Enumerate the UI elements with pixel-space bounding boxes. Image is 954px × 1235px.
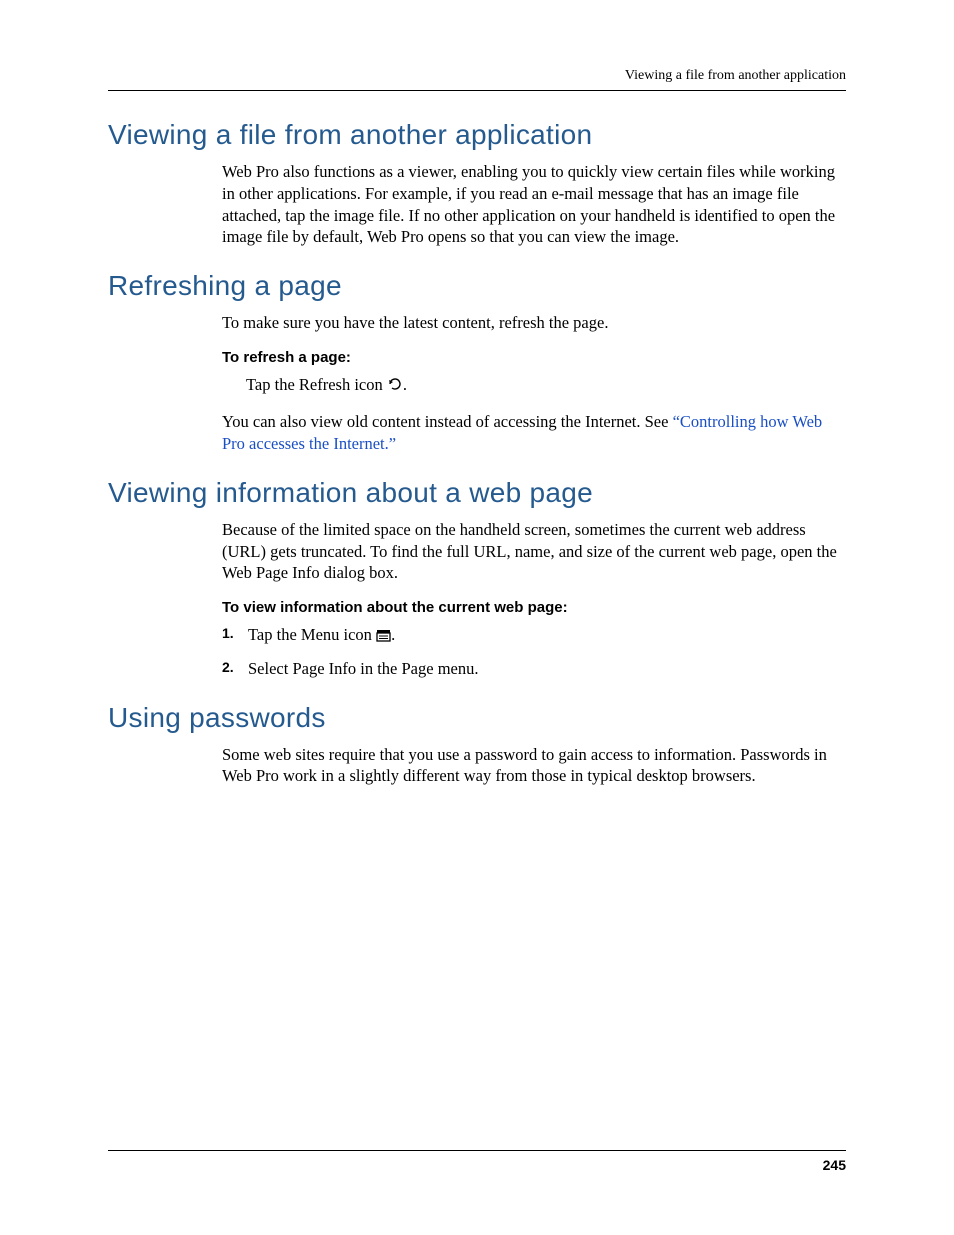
header-rule (108, 90, 846, 91)
menu-icon (376, 626, 391, 648)
procedure-title: To view information about the current we… (222, 598, 846, 618)
paragraph: Some web sites require that you use a pa… (222, 744, 846, 788)
step-item: Tap the Menu icon . (222, 624, 846, 648)
paragraph: To make sure you have the latest content… (222, 312, 846, 334)
step-text-suffix: . (391, 625, 395, 644)
heading-view-info: Viewing information about a web page (108, 477, 846, 509)
text-run: You can also view old content instead of… (222, 412, 673, 431)
heading-passwords: Using passwords (108, 702, 846, 734)
page-container: Viewing a file from another application … (0, 0, 954, 1235)
footer-rule (108, 1150, 846, 1151)
step-text-prefix: Tap the Refresh icon (246, 375, 387, 394)
procedure-steps: Tap the Menu icon . Select Page Info in … (222, 624, 846, 680)
step-text-prefix: Tap the Menu icon (248, 625, 376, 644)
paragraph: Because of the limited space on the hand… (222, 519, 846, 584)
running-header: Viewing a file from another application (108, 68, 846, 84)
body-view-info: Because of the limited space on the hand… (222, 519, 846, 680)
body-viewing-file: Web Pro also functions as a viewer, enab… (222, 161, 846, 248)
refresh-icon (387, 376, 403, 398)
page-number: 245 (108, 1157, 846, 1173)
paragraph: You can also view old content instead of… (222, 411, 846, 455)
heading-refreshing: Refreshing a page (108, 270, 846, 302)
page-footer: 245 (108, 1150, 846, 1173)
paragraph: Web Pro also functions as a viewer, enab… (222, 161, 846, 248)
body-refreshing: To make sure you have the latest content… (222, 312, 846, 455)
procedure-title: To refresh a page: (222, 348, 846, 368)
step-item: Select Page Info in the Page menu. (222, 658, 846, 680)
body-passwords: Some web sites require that you use a pa… (222, 744, 846, 788)
step-text-suffix: . (403, 375, 407, 394)
heading-viewing-file: Viewing a file from another application (108, 119, 846, 151)
procedure-step: Tap the Refresh icon . (246, 374, 846, 398)
